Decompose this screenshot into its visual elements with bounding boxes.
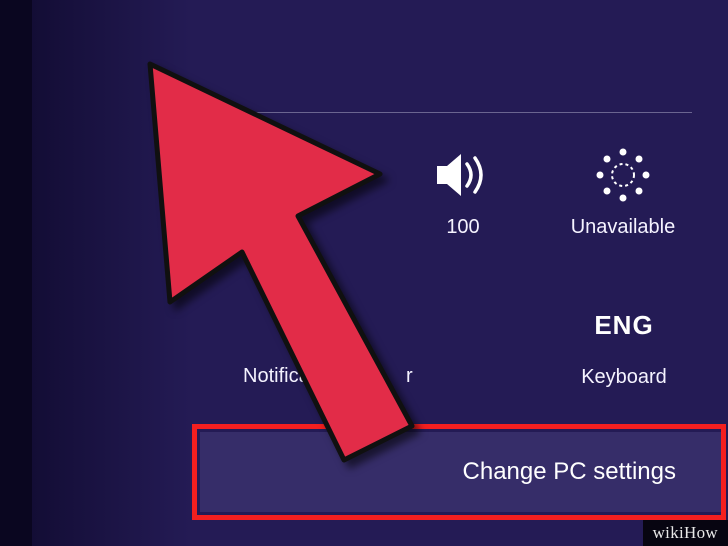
start-screen-gradient <box>32 0 192 546</box>
keyboard-tile[interactable]: ENG Keyboard <box>556 290 692 389</box>
keyboard-label: Keyboard <box>581 366 667 389</box>
brightness-label: Unavailable <box>571 216 676 239</box>
volume-tile[interactable]: 100 <box>394 140 532 239</box>
start-screen-sliver <box>0 0 32 546</box>
volume-label: 100 <box>446 216 479 239</box>
watermark: wikiHow <box>643 520 728 546</box>
speaker-icon <box>431 140 495 210</box>
change-pc-settings-label: Change PC settings <box>463 458 676 486</box>
change-pc-settings-button[interactable]: Change PC settings <box>200 432 722 512</box>
panel-divider <box>240 112 692 113</box>
brightness-tile[interactable]: Unavailable <box>554 140 692 239</box>
brightness-icon <box>589 140 657 210</box>
language-code-icon: ENG <box>594 290 653 360</box>
